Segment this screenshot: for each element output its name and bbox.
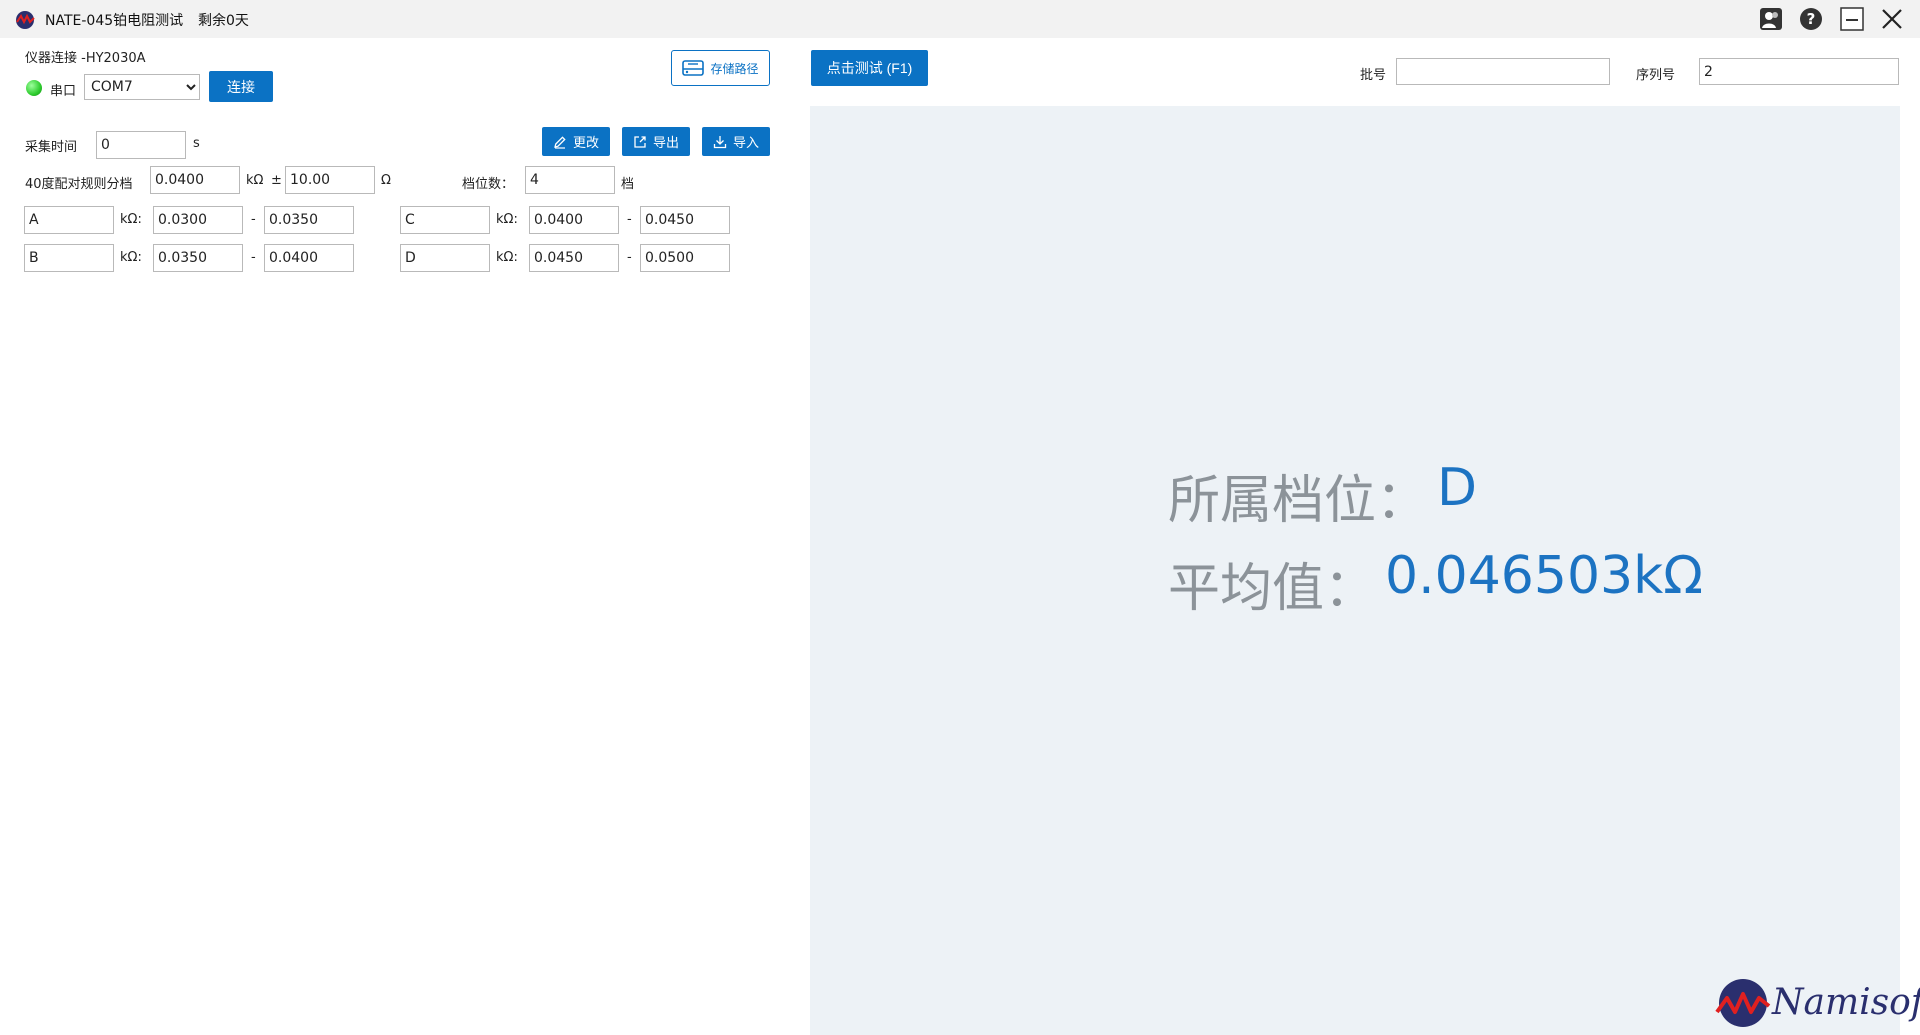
bin-unit: kΩ: (120, 250, 142, 265)
bin-max-input[interactable] (640, 244, 730, 272)
port-select[interactable]: COM7 (84, 74, 200, 100)
storage-path-button[interactable]: 存储路径 (671, 50, 770, 86)
connection-heading: 仪器连接 -HY2030A (25, 51, 146, 66)
bin-min-input[interactable] (153, 244, 243, 272)
connection-status-indicator (26, 80, 42, 96)
bin-name-input[interactable] (400, 206, 490, 234)
export-button[interactable]: 导出 (622, 127, 690, 156)
average-label: 平均值： (1168, 559, 1377, 619)
help-icon[interactable]: ? (1797, 6, 1825, 32)
levels-unit: 档 (621, 177, 635, 192)
modify-label: 更改 (572, 135, 599, 150)
import-button[interactable]: 导入 (702, 127, 770, 156)
bin-unit: kΩ: (496, 212, 518, 227)
app-logo-icon (14, 10, 36, 30)
svg-text:?: ? (1807, 10, 1816, 28)
levels-input[interactable] (525, 166, 615, 194)
batch-label: 批号 (1360, 68, 1387, 83)
minimize-button[interactable] (1838, 6, 1866, 32)
bin-dash: - (627, 212, 632, 227)
bin-name-input[interactable] (24, 244, 114, 272)
bin-unit: kΩ: (496, 250, 518, 265)
window-title: NATE-045铂电阻测试 (45, 13, 184, 29)
serial-input[interactable] (1699, 58, 1899, 85)
close-button[interactable] (1878, 6, 1906, 32)
import-label: 导入 (732, 135, 759, 150)
bin-name-input[interactable] (400, 244, 490, 272)
rule-plus-minus: ± (271, 173, 282, 188)
bin-max-input[interactable] (640, 206, 730, 234)
bin-min-input[interactable] (153, 206, 243, 234)
edit-icon (554, 135, 566, 149)
download-icon (713, 135, 727, 148)
serial-label: 序列号 (1636, 68, 1676, 83)
bin-name-input[interactable] (24, 206, 114, 234)
tolerance-input[interactable] (285, 166, 375, 194)
port-label: 串口 (50, 84, 77, 99)
export-icon (634, 135, 646, 148)
drive-icon (682, 60, 705, 76)
title-bar (0, 0, 1920, 38)
modify-button[interactable]: 更改 (542, 127, 610, 156)
tolerance-unit: Ω (381, 173, 391, 188)
average-value: 0.046503kΩ (1385, 546, 1703, 606)
bin-result-label: 所属档位： (1168, 471, 1429, 531)
test-button[interactable]: 点击测试 (F1) (811, 50, 928, 86)
bin-max-input[interactable] (264, 206, 354, 234)
batch-input[interactable] (1396, 58, 1610, 85)
acquire-time-input[interactable] (96, 131, 186, 159)
bin-min-input[interactable] (529, 244, 619, 272)
rule-unit: kΩ (246, 173, 264, 188)
bin-max-input[interactable] (264, 244, 354, 272)
bin-dash: - (251, 250, 256, 265)
export-label: 导出 (652, 135, 679, 150)
bin-unit: kΩ: (120, 212, 142, 227)
acquire-time-unit: s (193, 136, 200, 151)
remaining-days: 剩余0天 (198, 13, 249, 29)
bin-min-input[interactable] (529, 206, 619, 234)
user-icon[interactable] (1757, 6, 1785, 32)
bin-result-value: D (1437, 458, 1478, 518)
brand-logo-icon (1713, 976, 1771, 1028)
bin-dash: - (627, 250, 632, 265)
levels-label: 档位数： (462, 177, 515, 192)
connect-button[interactable]: 连接 (209, 71, 273, 102)
bin-dash: - (251, 212, 256, 227)
rule-label: 40度配对规则分档 (25, 177, 133, 192)
rule-value-input[interactable] (150, 166, 240, 194)
storage-path-label: 存储路径 (710, 61, 759, 76)
brand-logo-text: Namisoft (1772, 982, 1920, 1023)
acquire-time-label: 采集时间 (25, 140, 78, 155)
